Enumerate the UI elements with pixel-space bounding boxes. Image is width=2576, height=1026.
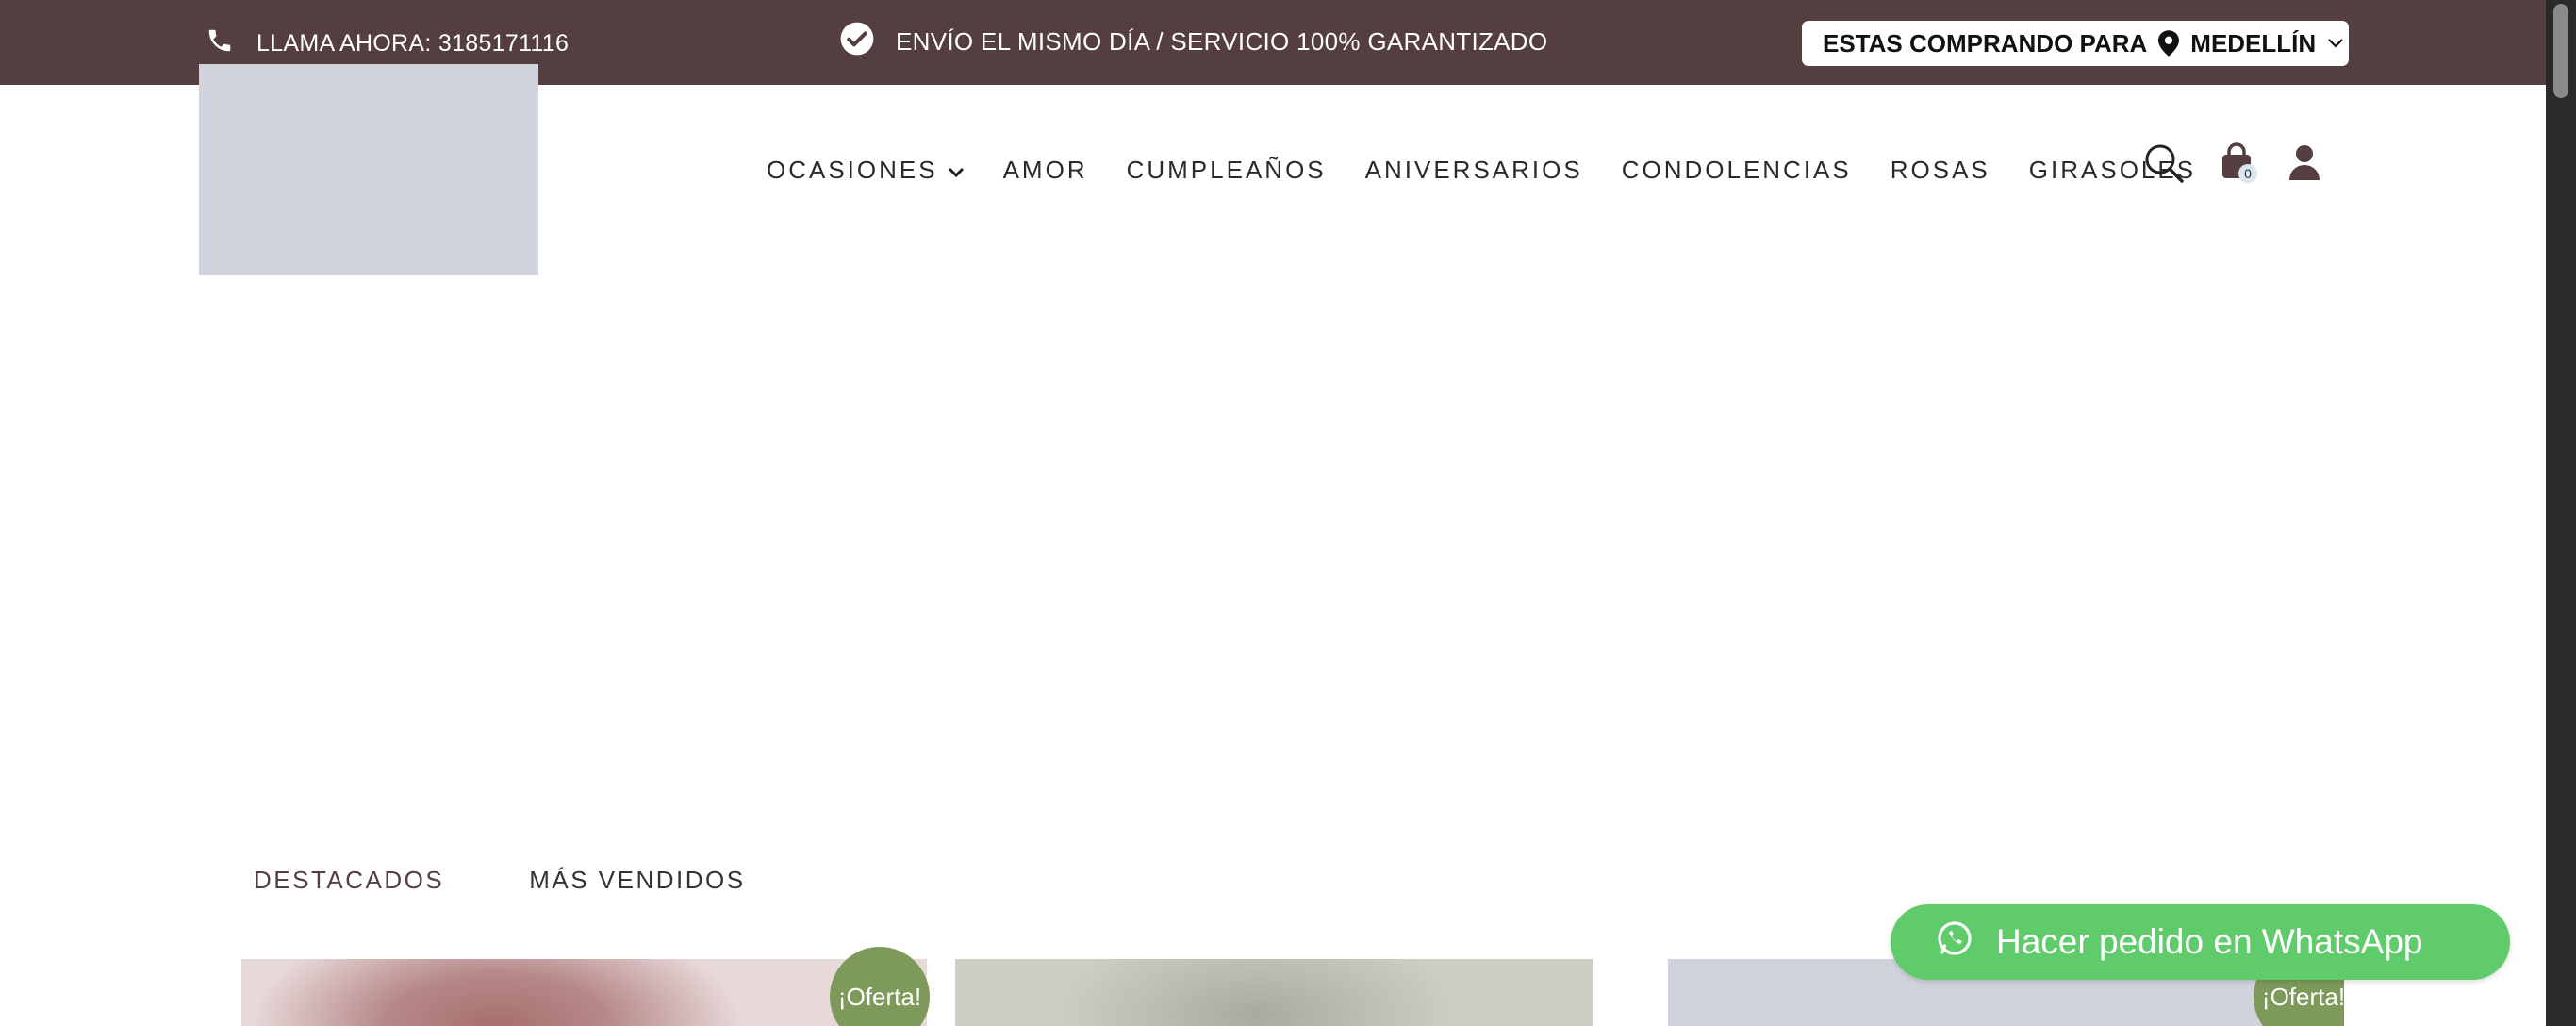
chevron-down-icon xyxy=(948,156,965,185)
cart-count-badge: 0 xyxy=(2238,164,2257,183)
search-icon[interactable] xyxy=(2142,141,2186,185)
chevron-down-icon xyxy=(2327,38,2344,49)
page-scrollbar[interactable] xyxy=(2546,0,2576,1026)
product-card-image[interactable] xyxy=(241,959,927,1026)
whatsapp-order-button[interactable]: Hacer pedido en WhatsApp xyxy=(1891,904,2510,980)
cart-button[interactable]: 0 xyxy=(2216,141,2257,185)
city-prefix: ESTAS COMPRANDO PARA xyxy=(1823,28,2148,58)
nav-label: AMOR xyxy=(1002,155,1088,184)
call-now[interactable]: LLAMA AHORA: 3185171116 xyxy=(206,25,569,62)
shipping-text: ENVÍO EL MISMO DÍA / SERVICIO 100% GARAN… xyxy=(896,26,1548,56)
whatsapp-icon xyxy=(1936,919,1973,966)
nav-item-aniversarios[interactable]: ANIVERSARIOS xyxy=(1365,156,1583,185)
phone-text: LLAMA AHORA: 3185171116 xyxy=(256,29,570,57)
shipping-notice: ENVÍO EL MISMO DÍA / SERVICIO 100% GARAN… xyxy=(839,21,1548,63)
nav-label: OCASIONES xyxy=(767,155,938,184)
check-circle-icon xyxy=(839,21,875,63)
nav-item-amor[interactable]: AMOR xyxy=(1003,156,1088,185)
nav-item-rosas[interactable]: ROSAS xyxy=(1891,156,1990,185)
main-nav: OCASIONES AMOR CUMPLEAÑOS ANIVERSARIOS C… xyxy=(767,151,2196,189)
map-pin-icon xyxy=(2158,30,2180,57)
product-tabs: DESTACADOS MÁS VENDIDOS xyxy=(254,866,746,895)
nav-label: CUMPLEAÑOS xyxy=(1126,155,1327,184)
tab-destacados[interactable]: DESTACADOS xyxy=(254,866,444,895)
scrollbar-thumb[interactable] xyxy=(2553,4,2568,98)
whatsapp-label: Hacer pedido en WhatsApp xyxy=(1996,922,2423,961)
phone-icon xyxy=(206,26,234,61)
nav-label: CONDOLENCIAS xyxy=(1621,155,1852,184)
nav-item-ocasiones[interactable]: OCASIONES xyxy=(767,156,965,185)
nav-item-condolencias[interactable]: CONDOLENCIAS xyxy=(1622,156,1852,185)
city-selector[interactable]: ESTAS COMPRANDO PARA MEDELLÍN xyxy=(1802,21,2349,66)
nav-label: ROSAS xyxy=(1890,155,1990,184)
nav-label: ANIVERSARIOS xyxy=(1364,155,1583,184)
nav-item-cumpleanos[interactable]: CUMPLEAÑOS xyxy=(1127,156,1327,185)
site-logo[interactable] xyxy=(199,64,538,275)
user-icon[interactable] xyxy=(2286,141,2323,185)
product-card-image[interactable] xyxy=(955,959,1593,1026)
tab-mas-vendidos[interactable]: MÁS VENDIDOS xyxy=(529,866,745,895)
city-name: MEDELLÍN xyxy=(2190,28,2317,58)
